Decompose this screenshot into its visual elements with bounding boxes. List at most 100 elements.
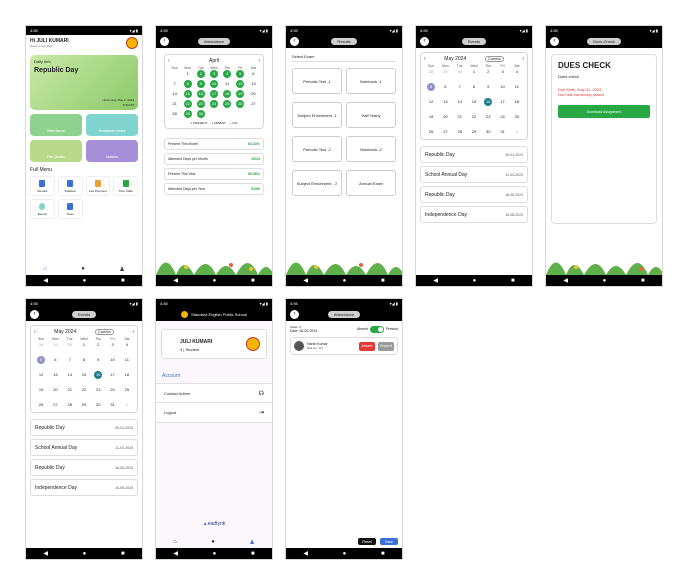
holiday-row[interactable]: Republic Day 26-01-2024: [30, 419, 138, 436]
calendar-day[interactable]: 22: [181, 100, 194, 108]
calendar-day[interactable]: 28: [34, 341, 48, 349]
nav-back-icon[interactable]: ◀: [303, 277, 308, 284]
calendar-day[interactable]: 18: [120, 371, 134, 379]
calendar-day[interactable]: 17: [207, 90, 220, 98]
next-month-icon[interactable]: ›: [132, 329, 134, 335]
nav-home-icon[interactable]: ●: [83, 278, 87, 284]
calendar-day[interactable]: 1: [120, 401, 134, 409]
calendar-day[interactable]: 3: [495, 68, 509, 76]
nav-back-icon[interactable]: ◀: [303, 550, 308, 557]
holiday-row[interactable]: Independence Day 15-08-2024: [420, 206, 528, 223]
menu-item[interactable]: Dues: [57, 199, 83, 219]
calendar-day[interactable]: 16: [91, 371, 105, 379]
calendar-day[interactable]: 14: [63, 371, 77, 379]
calendar-day[interactable]: 8: [77, 356, 91, 364]
back-button[interactable]: ‹: [420, 37, 429, 46]
home-icon[interactable]: ⌂: [43, 266, 47, 272]
calendar-day[interactable]: 6: [247, 70, 260, 78]
calendar-day[interactable]: 8: [467, 83, 481, 91]
calendar-day[interactable]: 30: [63, 341, 77, 349]
calendar-day[interactable]: 16: [481, 98, 495, 106]
nav-home-icon[interactable]: ●: [213, 551, 217, 557]
nav-recent-icon[interactable]: ■: [641, 278, 645, 284]
nav-recent-icon[interactable]: ■: [381, 551, 385, 557]
calendar-day[interactable]: 1: [77, 341, 91, 349]
calendar-day[interactable]: 9: [91, 356, 105, 364]
calendar-day[interactable]: 1: [510, 128, 524, 136]
calendar-day[interactable]: 15: [467, 98, 481, 106]
tile-homework[interactable]: Homework Notes: [86, 114, 138, 136]
calendar-day[interactable]: 26: [34, 401, 48, 409]
calendar-day[interactable]: 22: [467, 113, 481, 121]
prev-month-icon[interactable]: ‹: [424, 56, 426, 62]
daily-info-banner[interactable]: Daily Info Republic Day Upcoming: May 2,…: [30, 55, 138, 110]
calendar-day[interactable]: 17: [105, 371, 119, 379]
next-month-icon[interactable]: ›: [258, 58, 260, 64]
present-button[interactable]: Present: [378, 341, 394, 351]
calendar-day[interactable]: 15: [77, 371, 91, 379]
menu-item[interactable]: Syllabus: [57, 176, 83, 196]
calendar-day[interactable]: [207, 110, 220, 118]
calendar-day[interactable]: 19: [424, 113, 438, 121]
exam-option[interactable]: Subject Enrichment -1: [292, 102, 342, 128]
calendar-day[interactable]: 4: [510, 68, 524, 76]
calendar-day[interactable]: 23: [91, 386, 105, 394]
exam-option[interactable]: Periodic Test -1: [292, 68, 342, 94]
calendar-day[interactable]: [221, 110, 234, 118]
back-button[interactable]: ‹: [290, 37, 299, 46]
calendar-day[interactable]: 1: [467, 68, 481, 76]
calendar-day[interactable]: 4: [221, 70, 234, 78]
nav-recent-icon[interactable]: ■: [511, 278, 515, 284]
calendar-day[interactable]: 24: [207, 100, 220, 108]
calendar-day[interactable]: 14: [168, 90, 181, 98]
nav-home-icon[interactable]: ●: [603, 278, 607, 284]
calendar-day[interactable]: 10: [207, 80, 220, 88]
calendar-day[interactable]: 5: [234, 70, 247, 78]
menu-item[interactable]: Results: [30, 176, 55, 196]
calendar-day[interactable]: 28: [168, 110, 181, 118]
holiday-row[interactable]: Republic Day 16-05-2024: [420, 186, 528, 203]
calendar-day[interactable]: 26: [424, 128, 438, 136]
nav-back-icon[interactable]: ◀: [43, 550, 48, 557]
calendar-day[interactable]: [168, 70, 181, 78]
calendar-day[interactable]: 2: [91, 341, 105, 349]
calendar-day[interactable]: 9: [194, 80, 207, 88]
profile-icon[interactable]: ♟: [119, 266, 124, 273]
save-button[interactable]: Save: [380, 538, 398, 545]
calendar-day[interactable]: 31: [495, 128, 509, 136]
calendar-day[interactable]: 10: [495, 83, 509, 91]
calendar-day[interactable]: 30: [91, 401, 105, 409]
absent-button[interactable]: Absent: [359, 341, 375, 351]
calendar-day[interactable]: [247, 110, 260, 118]
calendar-day[interactable]: 31: [105, 401, 119, 409]
exam-option[interactable]: Periodic Test -2: [292, 136, 342, 162]
view-toggle[interactable]: 2 weeks: [484, 56, 504, 62]
calendar-day[interactable]: 17: [495, 98, 509, 106]
calendar-day[interactable]: 1: [181, 70, 194, 78]
menu-item[interactable]: Fee Payment: [85, 176, 111, 196]
nav-back-icon[interactable]: ◀: [43, 277, 48, 284]
calendar-day[interactable]: 30: [194, 110, 207, 118]
calendar-day[interactable]: 12: [34, 371, 48, 379]
calendar-day[interactable]: 18: [510, 98, 524, 106]
calendar-day[interactable]: 28: [453, 128, 467, 136]
exam-option[interactable]: Notebook -2: [346, 136, 396, 162]
exam-option[interactable]: Annual Exam: [346, 170, 396, 196]
nav-back-icon[interactable]: ◀: [433, 277, 438, 284]
calendar-day[interactable]: 13: [247, 80, 260, 88]
nav-recent-icon[interactable]: ■: [121, 278, 125, 284]
calendar-day[interactable]: 8: [181, 80, 194, 88]
bell-icon[interactable]: ●: [81, 266, 85, 272]
calendar-day[interactable]: 24: [105, 386, 119, 394]
prev-month-icon[interactable]: ‹: [34, 329, 36, 335]
exam-option[interactable]: Subject Enrichment - 2: [292, 170, 342, 196]
calendar-day[interactable]: 29: [181, 110, 194, 118]
calendar-day[interactable]: 5: [424, 83, 438, 91]
calendar-day[interactable]: 2: [481, 68, 495, 76]
calendar-day[interactable]: 11: [221, 80, 234, 88]
calendar-day[interactable]: 13: [438, 98, 452, 106]
nav-home-icon[interactable]: ●: [343, 551, 347, 557]
calendar-day[interactable]: 25: [120, 386, 134, 394]
download-button[interactable]: Download Assignment: [558, 105, 650, 118]
back-button[interactable]: ‹: [290, 310, 299, 319]
